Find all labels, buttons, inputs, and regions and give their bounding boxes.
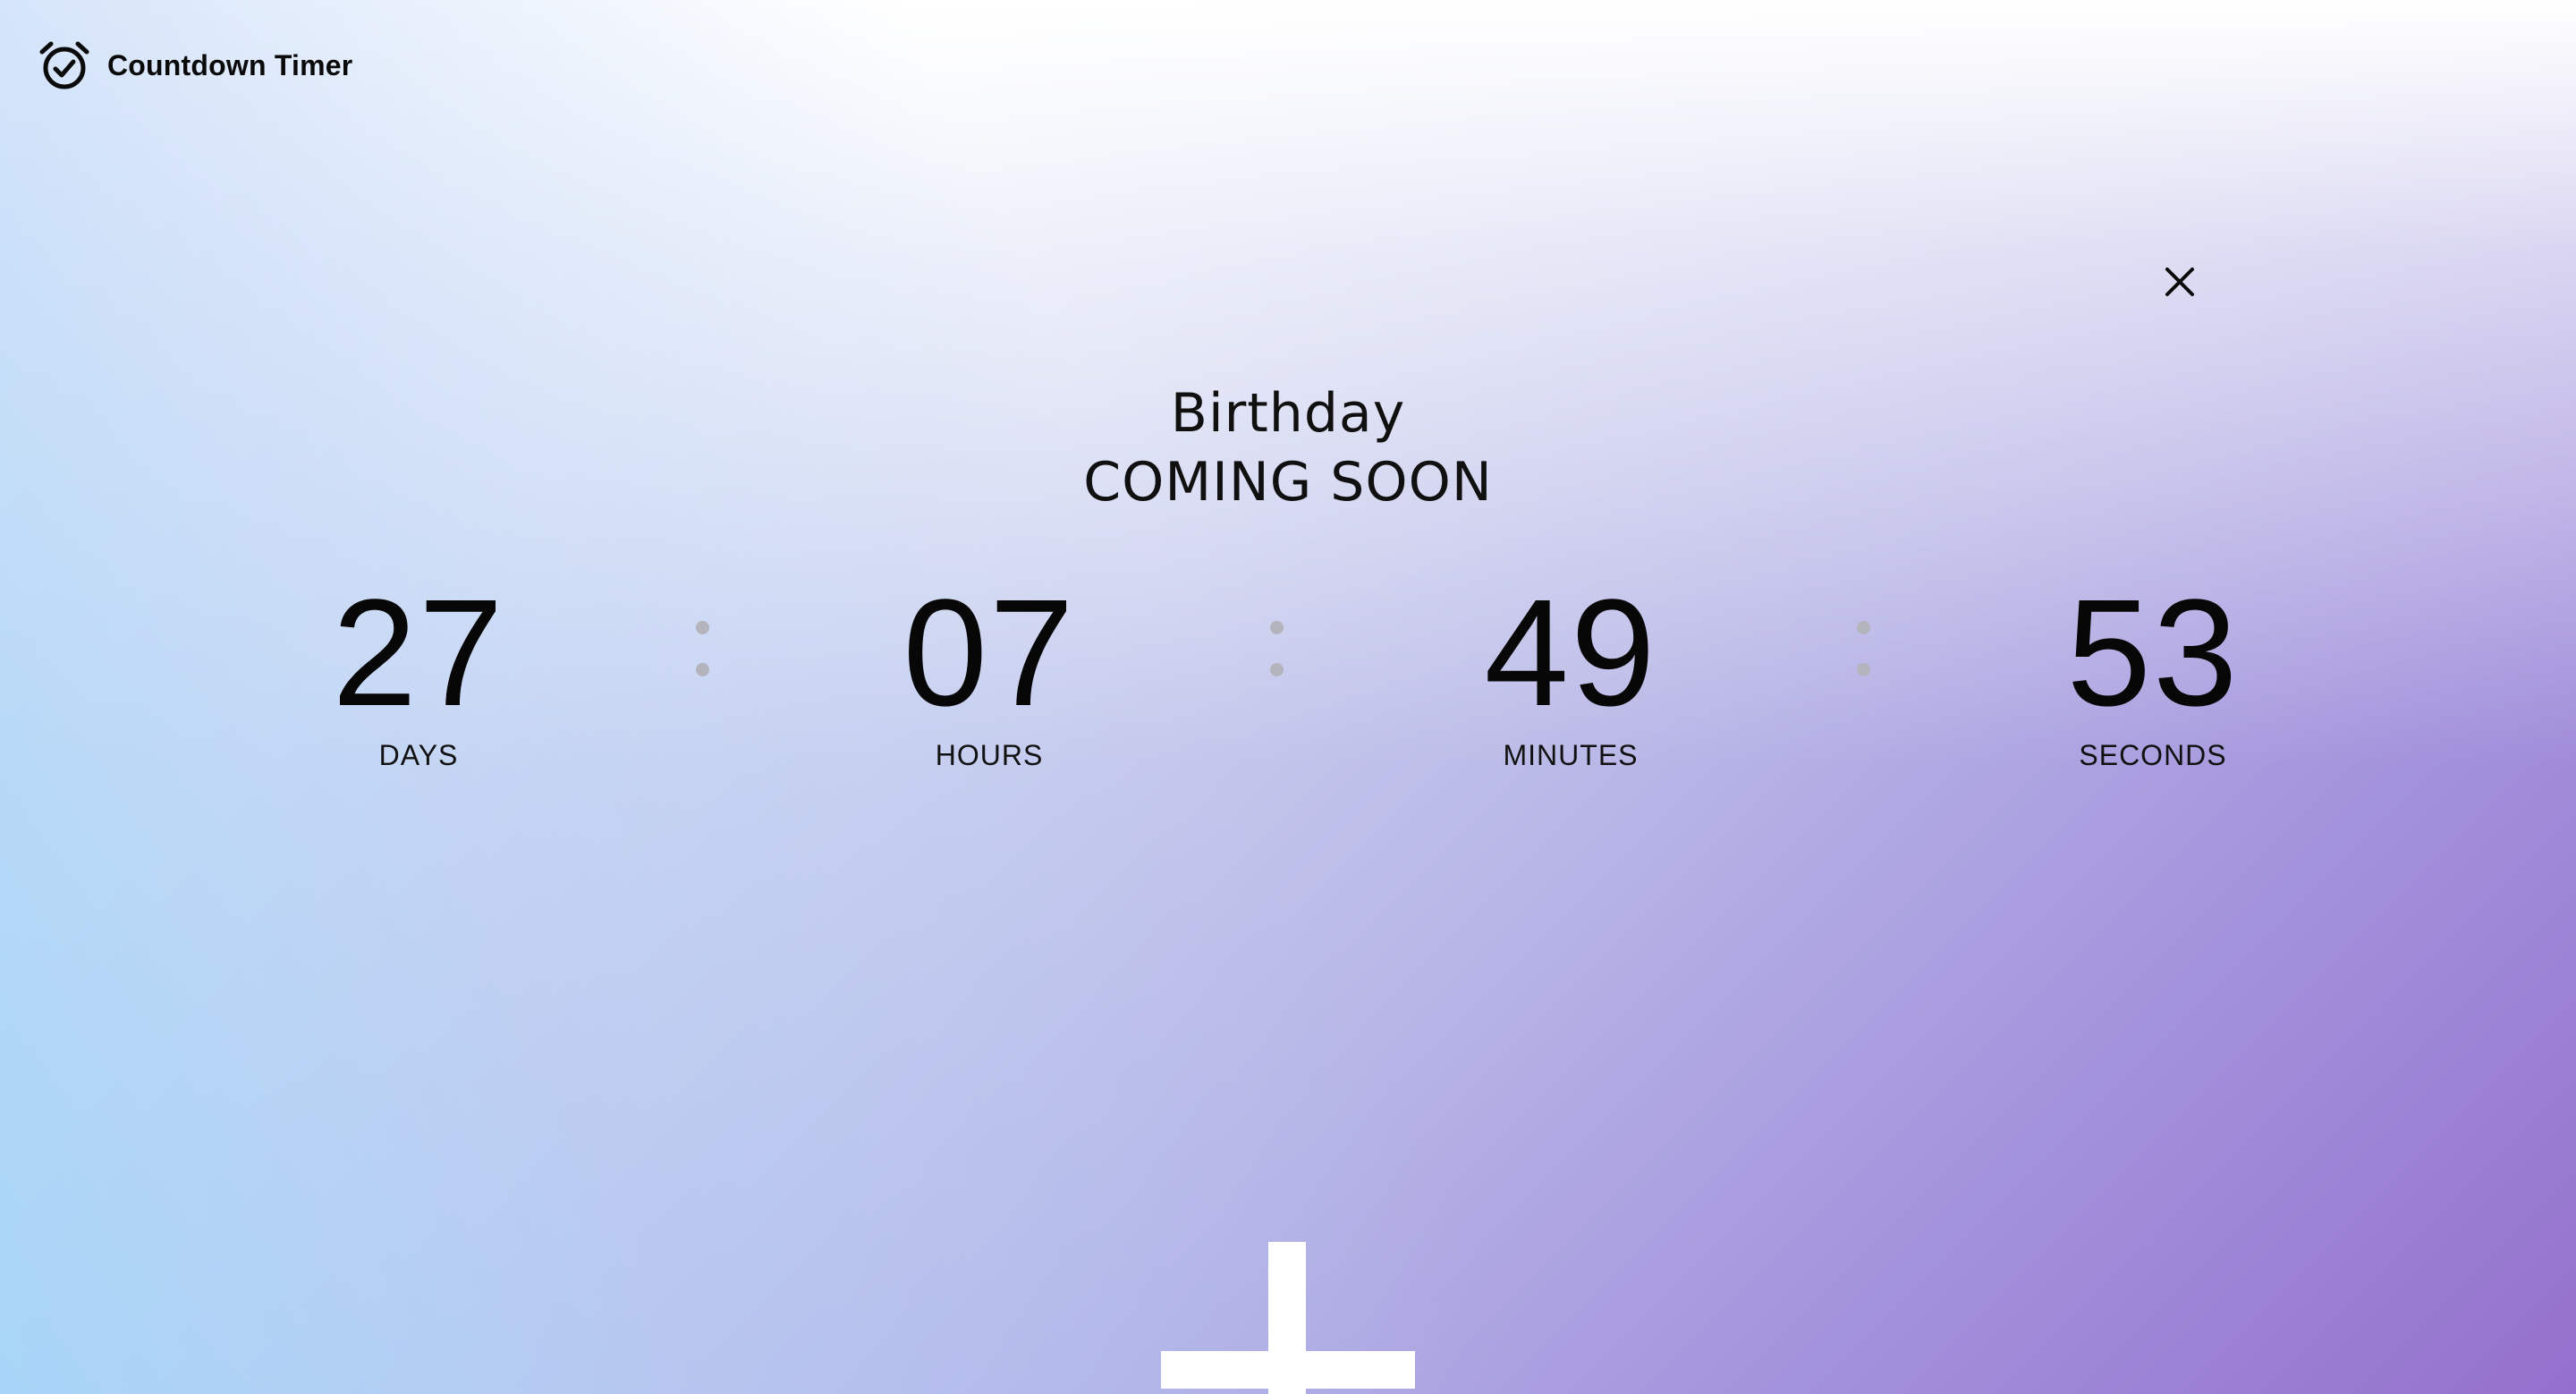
app-header: Countdown Timer	[39, 39, 352, 91]
plus-icon-horizontal-bar	[1161, 1351, 1415, 1389]
separator-dot	[1270, 621, 1284, 634]
minutes-value: 49	[1484, 568, 1657, 738]
event-status: COMING SOON	[1083, 451, 1493, 514]
app-title: Countdown Timer	[107, 48, 353, 81]
separator-dot	[696, 621, 709, 634]
seconds-value: 53	[2066, 568, 2240, 738]
countdown-minutes: 49 MINUTES	[1383, 573, 1758, 773]
colon-separator	[1857, 621, 1871, 678]
countdown-days: 27 DAYS	[231, 573, 606, 773]
colon-separator	[1270, 621, 1284, 678]
countdown-hours: 07 HOURS	[801, 573, 1177, 773]
hours-value: 07	[902, 568, 1076, 738]
close-icon	[2165, 268, 2194, 296]
colon-separator	[696, 621, 710, 678]
separator-dot	[1857, 663, 1870, 676]
minutes-label: MINUTES	[1503, 739, 1639, 771]
seconds-label: SECONDS	[2079, 739, 2227, 771]
separator-dot	[1270, 663, 1284, 676]
days-label: DAYS	[378, 739, 459, 771]
separator-dot	[696, 663, 709, 676]
event-name: Birthday	[1170, 382, 1406, 445]
days-value: 27	[332, 568, 505, 738]
close-button[interactable]	[2160, 262, 2199, 302]
countdown-seconds: 53 SECONDS	[1965, 573, 2341, 773]
separator-dot	[1857, 621, 1870, 634]
hours-label: HOURS	[935, 739, 1044, 771]
alarm-clock-check-icon	[39, 41, 89, 89]
add-timer-button[interactable]	[1161, 1242, 1415, 1394]
